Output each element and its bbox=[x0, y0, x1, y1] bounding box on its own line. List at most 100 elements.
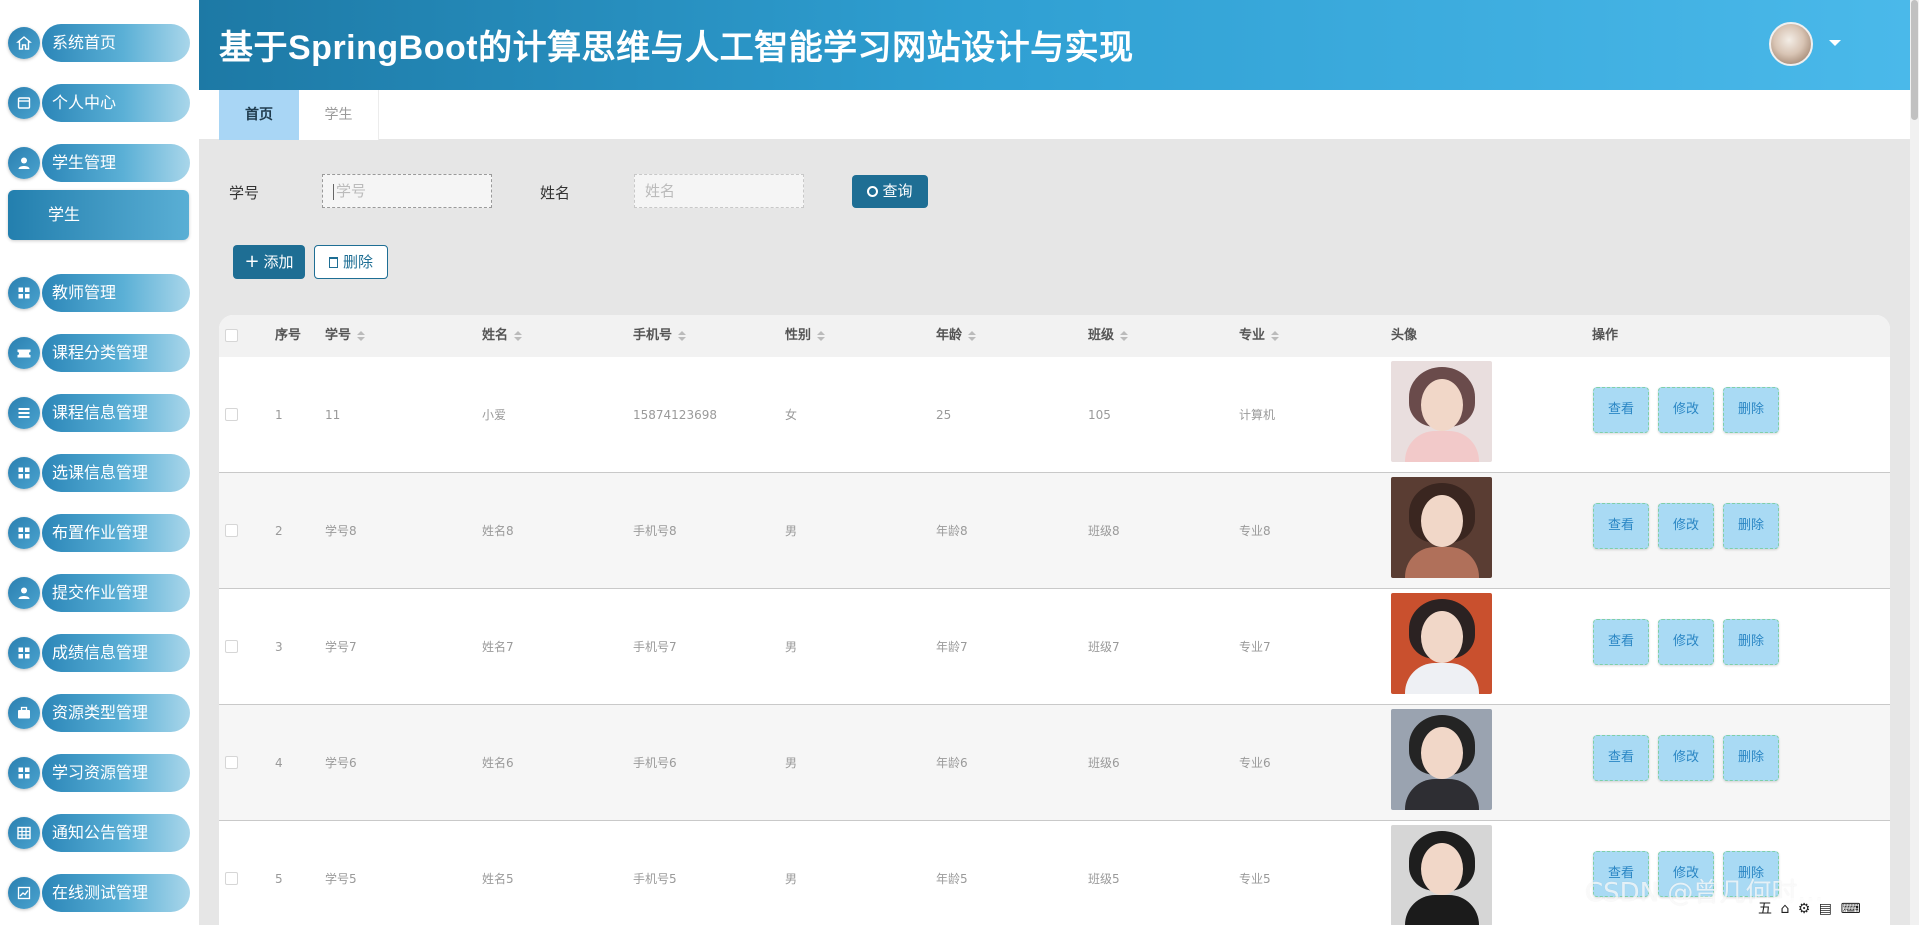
delete-button[interactable]: 删除 bbox=[1723, 619, 1779, 665]
student-avatar-image[interactable] bbox=[1391, 593, 1492, 694]
select-all-checkbox[interactable] bbox=[225, 329, 238, 342]
header-index: 序号 bbox=[275, 328, 302, 343]
cell-class: 班级5 bbox=[1088, 872, 1120, 886]
edit-button[interactable]: 修改 bbox=[1658, 387, 1714, 433]
sidebar-item-label: 布置作业管理 bbox=[42, 514, 190, 552]
sort-icon bbox=[678, 330, 687, 341]
cell-gender: 女 bbox=[785, 408, 798, 422]
header-name[interactable]: 姓名 bbox=[482, 315, 523, 357]
header-age[interactable]: 年龄 bbox=[936, 315, 977, 357]
user-avatar[interactable] bbox=[1769, 22, 1813, 66]
sort-icon bbox=[514, 330, 523, 341]
search-icon bbox=[867, 186, 879, 197]
header-phone[interactable]: 手机号 bbox=[633, 315, 687, 357]
view-button[interactable]: 查看 bbox=[1593, 387, 1649, 433]
edit-button[interactable]: 修改 bbox=[1658, 503, 1714, 549]
delete-button[interactable]: 删除 bbox=[1723, 387, 1779, 433]
delete-button-label: 删除 bbox=[342, 253, 373, 271]
row-checkbox[interactable] bbox=[225, 408, 238, 421]
edit-button[interactable]: 修改 bbox=[1658, 619, 1714, 665]
header-student-id[interactable]: 学号 bbox=[325, 315, 366, 357]
grid-icon bbox=[8, 277, 40, 309]
sidebar-item-course-selection[interactable]: 选课信息管理 bbox=[8, 452, 190, 492]
sidebar-item-student-management[interactable]: 学生管理 bbox=[8, 142, 190, 182]
delete-button[interactable]: 删除 bbox=[1723, 503, 1779, 549]
sidebar-item-profile[interactable]: 个人中心 bbox=[8, 82, 190, 122]
view-button[interactable]: 查看 bbox=[1593, 503, 1649, 549]
student-id-label: 学号 bbox=[229, 184, 260, 202]
row-checkbox[interactable] bbox=[225, 872, 238, 885]
table-header: 序号 学号 姓名 手机号 性别 年龄 班级 专业 头像 操作 bbox=[219, 315, 1890, 357]
grid-icon bbox=[8, 637, 40, 669]
sort-icon bbox=[1120, 330, 1129, 341]
scrollbar-thumb[interactable] bbox=[1911, 0, 1918, 120]
cell-phone: 手机号6 bbox=[633, 756, 677, 770]
page-scrollbar[interactable] bbox=[1910, 0, 1919, 925]
add-button-label: 添加 bbox=[263, 253, 294, 271]
cell-age: 年龄7 bbox=[936, 640, 968, 654]
header-gender-label: 性别 bbox=[785, 328, 812, 343]
row-checkbox[interactable] bbox=[225, 640, 238, 653]
header-major[interactable]: 专业 bbox=[1239, 315, 1280, 357]
sidebar-item-online-test[interactable]: 在线测试管理 bbox=[8, 872, 190, 912]
sort-icon bbox=[817, 330, 826, 341]
cell-class: 105 bbox=[1088, 408, 1111, 422]
sidebar-item-learning-resource[interactable]: 学习资源管理 bbox=[8, 752, 190, 792]
sidebar-item-label: 系统首页 bbox=[42, 24, 190, 62]
sidebar-item-course-category[interactable]: 课程分类管理 bbox=[8, 332, 190, 372]
student-id-input[interactable]: 学号 bbox=[322, 174, 492, 208]
view-button[interactable]: 查看 bbox=[1593, 735, 1649, 781]
name-input[interactable]: 姓名 bbox=[634, 174, 804, 208]
cell-name: 姓名8 bbox=[482, 524, 514, 538]
student-avatar-image[interactable] bbox=[1391, 709, 1492, 810]
row-checkbox[interactable] bbox=[225, 756, 238, 769]
name-label: 姓名 bbox=[540, 184, 571, 202]
student-avatar-image[interactable] bbox=[1391, 825, 1492, 925]
home-icon bbox=[8, 27, 40, 59]
header-gender[interactable]: 性别 bbox=[785, 315, 826, 357]
row-checkbox[interactable] bbox=[225, 524, 238, 537]
view-button[interactable]: 查看 bbox=[1593, 619, 1649, 665]
cell-age: 25 bbox=[936, 408, 952, 422]
student-avatar-image[interactable] bbox=[1391, 361, 1492, 462]
sidebar-subitem-student[interactable]: 学生 bbox=[8, 190, 189, 240]
cell-phone: 15874123698 bbox=[633, 408, 717, 422]
grid-icon bbox=[8, 457, 40, 489]
cell-index: 1 bbox=[275, 408, 283, 422]
trash-icon bbox=[328, 257, 338, 268]
cell-gender: 男 bbox=[785, 640, 798, 654]
tab-student[interactable]: 学生 bbox=[299, 90, 379, 140]
edit-button[interactable]: 修改 bbox=[1658, 735, 1714, 781]
sort-icon bbox=[1271, 330, 1280, 341]
cell-class: 班级8 bbox=[1088, 524, 1120, 538]
delete-button[interactable]: 删除 bbox=[1723, 735, 1779, 781]
header-class[interactable]: 班级 bbox=[1088, 315, 1129, 357]
tab-home[interactable]: 首页 bbox=[219, 90, 299, 140]
sidebar-item-grade-info[interactable]: 成绩信息管理 bbox=[8, 632, 190, 672]
query-button[interactable]: 查询 bbox=[852, 175, 928, 208]
sort-icon bbox=[968, 330, 977, 341]
sidebar-item-teacher-management[interactable]: 教师管理 bbox=[8, 272, 190, 312]
add-button[interactable]: + 添加 bbox=[233, 245, 305, 279]
profile-icon bbox=[8, 87, 40, 119]
chevron-down-icon[interactable] bbox=[1829, 40, 1841, 46]
header-phone-label: 手机号 bbox=[633, 328, 673, 343]
cell-phone: 手机号8 bbox=[633, 524, 677, 538]
table-row: 1 11 小爱 15874123698 女 25 105 计算机 查看 修改 删… bbox=[219, 357, 1890, 473]
list-icon bbox=[8, 397, 40, 429]
batch-delete-button[interactable]: 删除 bbox=[314, 245, 388, 279]
cell-name: 姓名5 bbox=[482, 872, 514, 886]
student-avatar-image[interactable] bbox=[1391, 477, 1492, 578]
sidebar-item-course-info[interactable]: 课程信息管理 bbox=[8, 392, 190, 432]
cell-gender: 男 bbox=[785, 756, 798, 770]
sidebar-item-announcement[interactable]: 通知公告管理 bbox=[8, 812, 190, 852]
student-id-placeholder: 学号 bbox=[336, 182, 367, 200]
sidebar-item-submit-homework[interactable]: 提交作业管理 bbox=[8, 572, 190, 612]
sidebar-item-resource-type[interactable]: 资源类型管理 bbox=[8, 692, 190, 732]
briefcase-icon bbox=[8, 697, 40, 729]
sidebar-item-home[interactable]: 系统首页 bbox=[8, 22, 190, 62]
header-age-label: 年龄 bbox=[936, 328, 963, 343]
sidebar-item-assign-homework[interactable]: 布置作业管理 bbox=[8, 512, 190, 552]
sidebar-item-label: 学习资源管理 bbox=[42, 754, 190, 792]
cell-name: 姓名7 bbox=[482, 640, 514, 654]
